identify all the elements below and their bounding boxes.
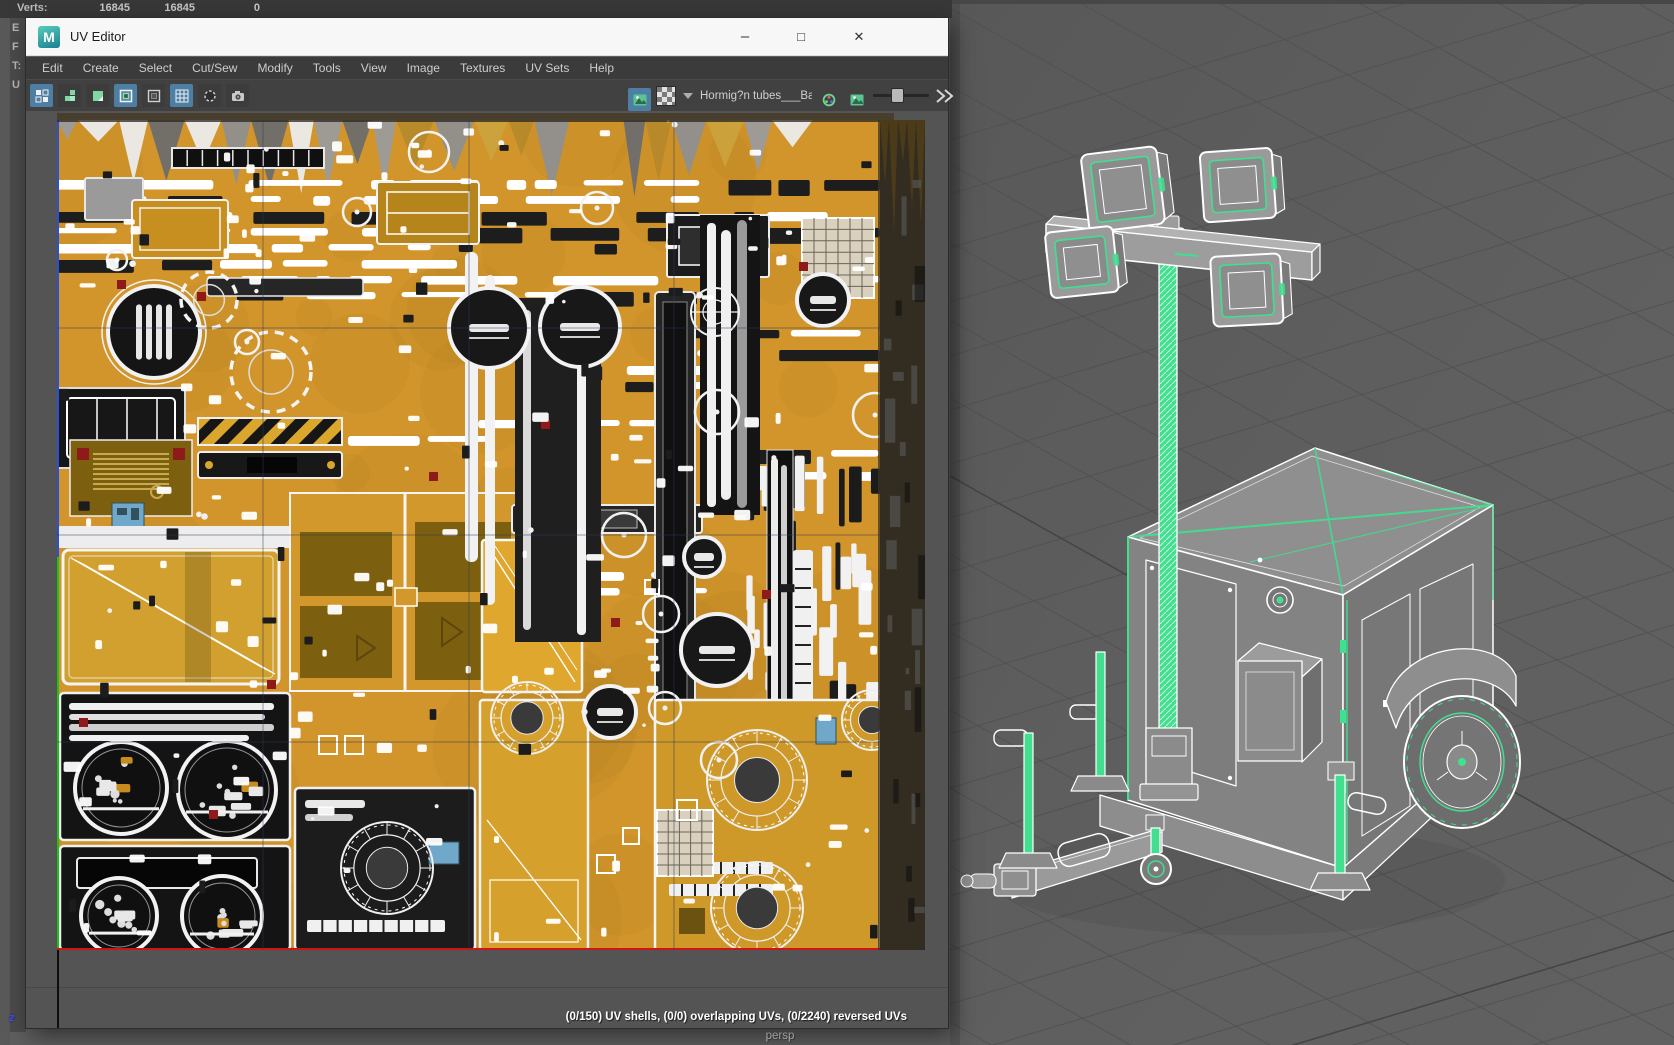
menu-item-select[interactable]: Select xyxy=(129,57,182,79)
texture-name-label[interactable]: Hormig?n tubes___Ba: xyxy=(700,90,812,102)
uv-editor-window: M UV Editor – □ ✕ Edit Create Select Cut/Se… xyxy=(26,18,954,1028)
image-display-icon[interactable] xyxy=(628,88,651,111)
checkered-tiles-icon[interactable] xyxy=(114,84,137,107)
menu-item-help[interactable]: Help xyxy=(579,57,624,79)
menu-item-textures[interactable]: Textures xyxy=(450,57,515,79)
verts-label: Verts: xyxy=(17,2,48,14)
dim-shadow-icon[interactable] xyxy=(198,84,221,107)
verts-total: 16845 xyxy=(99,2,130,14)
checker-pattern-icon[interactable] xyxy=(656,85,676,106)
menu-item-cut-sew[interactable]: Cut/Sew xyxy=(182,57,247,79)
minimize-button[interactable]: – xyxy=(728,18,762,56)
left-panel-edge xyxy=(0,18,10,1045)
uv-texture-display-icon[interactable] xyxy=(30,84,53,107)
image-aspect-icon[interactable] xyxy=(845,88,868,111)
window-title: UV Editor xyxy=(70,29,126,44)
title-bar[interactable]: M UV Editor – □ ✕ xyxy=(26,18,948,56)
dropdown-caret-icon[interactable] xyxy=(683,92,693,99)
floodlight xyxy=(1044,225,1128,299)
uv-snapshot-icon[interactable] xyxy=(226,84,249,107)
menu-item-image[interactable]: Image xyxy=(397,57,450,79)
maya-logo-icon: M xyxy=(38,26,60,48)
uv-texture-atlas xyxy=(57,120,925,950)
slider-handle[interactable] xyxy=(891,88,904,103)
verts-selected: 16845 xyxy=(164,2,195,14)
poly-count-hud: Verts: 16845 16845 0 xyxy=(0,0,952,18)
menu-item-tools[interactable]: Tools xyxy=(303,57,351,79)
menu-item-edit[interactable]: Edit xyxy=(32,57,73,79)
rgb-channels-icon[interactable] xyxy=(817,88,840,111)
close-button[interactable]: ✕ xyxy=(842,18,876,56)
texture-display-group: Hormig?n tubes___Ba: xyxy=(628,84,954,111)
uv-status-readout: (0/150) UV shells, (0/0) overlapping UVs… xyxy=(565,1011,907,1023)
right-icons-before xyxy=(628,84,695,111)
texture-border-icon[interactable] xyxy=(86,84,109,107)
pixel-grid-icon[interactable] xyxy=(170,84,193,107)
floodlight xyxy=(1198,147,1286,224)
axis-z-label: z xyxy=(9,1012,15,1024)
floodlight xyxy=(1080,145,1175,233)
floodlight xyxy=(1209,252,1293,328)
dim-image-slider[interactable] xyxy=(873,84,929,107)
menu-item-create[interactable]: Create xyxy=(73,57,129,79)
uv-toolbar: Hormig?n tubes___Ba: xyxy=(26,79,954,111)
camera-name-label: persp xyxy=(765,1030,795,1042)
menu-item-modify[interactable]: Modify xyxy=(247,57,302,79)
maya-application: Verts: 16845 16845 0 E F T: U z persp M … xyxy=(0,0,1674,1045)
menu-bar: Edit Create Select Cut/Sew Modify Tools View Im… xyxy=(26,57,948,79)
v-axis-extension xyxy=(57,950,59,1028)
verts-other: 0 xyxy=(253,2,260,14)
uv-canvas[interactable]: (0/150) UV shells, (0/0) overlapping UVs… xyxy=(26,111,948,1028)
tiled-texture-dim-strip xyxy=(57,113,894,120)
menu-item-uv-sets[interactable]: UV Sets xyxy=(515,57,579,79)
hud-side-column: E F T: U xyxy=(10,18,26,1032)
right-icons-after xyxy=(817,84,868,107)
canvas-grid-line xyxy=(26,987,948,988)
image-frame-icon[interactable] xyxy=(142,84,165,107)
menu-item-view[interactable]: View xyxy=(351,57,397,79)
maximize-button[interactable]: □ xyxy=(784,18,818,56)
uv-shell-view-icon[interactable] xyxy=(58,84,81,107)
expand-toolbar-icon[interactable] xyxy=(934,88,954,104)
perspective-viewport[interactable] xyxy=(950,0,1674,1045)
